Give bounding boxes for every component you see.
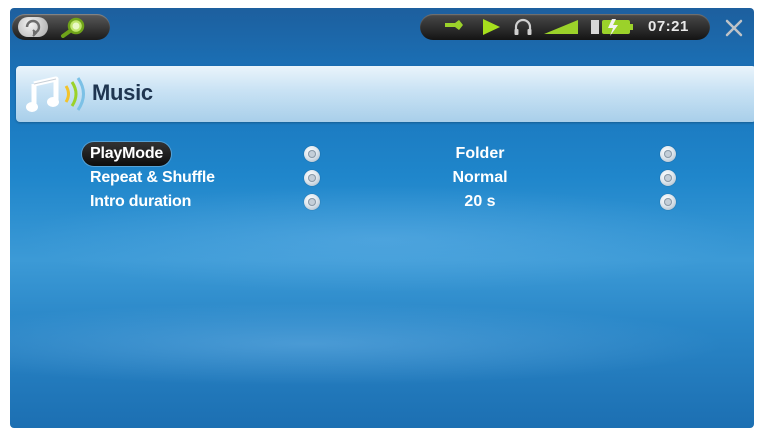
battery-icon (591, 19, 633, 36)
search-icon (61, 17, 85, 38)
setting-value: Folder (455, 145, 505, 162)
search-button[interactable] (56, 16, 92, 38)
music-note-icon (26, 76, 85, 112)
page-title: Music (92, 80, 153, 105)
status-pill: 07:21 (420, 14, 710, 40)
setting-label[interactable]: PlayMode (82, 142, 172, 166)
clock: 07:21 (648, 18, 689, 35)
close-icon[interactable] (724, 18, 744, 38)
setting-value: Normal (452, 169, 508, 186)
right-arrow-icon[interactable] (660, 146, 676, 162)
setting-value: 20 s (464, 193, 496, 210)
setting-label[interactable]: Intro duration (82, 190, 199, 214)
usb-icon (445, 20, 463, 30)
header: Music (16, 66, 754, 122)
left-arrow-icon[interactable] (304, 146, 320, 162)
right-arrow-icon[interactable] (660, 170, 676, 186)
left-arrow-icon[interactable] (304, 194, 320, 210)
headphones-icon (514, 18, 532, 35)
play-icon (483, 19, 500, 35)
setting-row-intro-duration[interactable]: Intro duration 20 s (10, 190, 754, 214)
volume-icon (544, 20, 578, 34)
device-screen: 07:21 Music PlayMode Folder Repeat & Shu… (10, 8, 754, 428)
back-button[interactable] (18, 17, 48, 37)
right-arrow-icon[interactable] (660, 194, 676, 210)
left-arrow-icon[interactable] (304, 170, 320, 186)
setting-row-playmode[interactable]: PlayMode Folder (10, 142, 754, 166)
status-bar: 07:21 (10, 8, 754, 48)
nav-pill (12, 14, 110, 40)
setting-row-repeat-shuffle[interactable]: Repeat & Shuffle Normal (10, 166, 754, 190)
setting-label[interactable]: Repeat & Shuffle (82, 166, 223, 190)
back-icon (25, 19, 41, 37)
